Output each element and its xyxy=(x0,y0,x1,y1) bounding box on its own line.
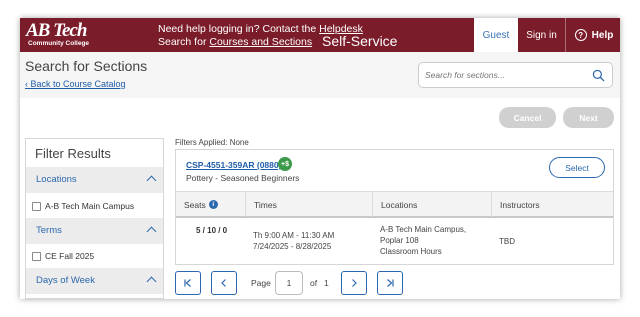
chevron-right-icon xyxy=(352,279,357,287)
chevron-up-icon xyxy=(146,276,157,287)
previous-page-button[interactable] xyxy=(211,271,237,295)
facet-label: Days of Week xyxy=(36,275,95,286)
cancel-button[interactable]: Cancel xyxy=(499,107,556,128)
back-link-label: Back to Course Catalog xyxy=(30,79,126,89)
nav-help-label: Help xyxy=(591,29,614,41)
logo-text: AB Tech xyxy=(26,20,87,41)
search-input[interactable] xyxy=(425,67,585,83)
column-label: Seats xyxy=(184,199,206,210)
chevron-up-icon xyxy=(146,226,157,237)
table-header: Seats i Times Locations Instructors xyxy=(176,191,613,218)
option-label: A-B Tech Main Campus xyxy=(45,201,135,211)
total-pages: 1 xyxy=(324,278,329,288)
top-bar: AB Tech Community College Need help logg… xyxy=(20,18,620,52)
page-title: Search for Sections xyxy=(25,58,148,74)
chevron-left-icon xyxy=(221,279,226,287)
back-to-catalog-link[interactable]: ‹ Back to Course Catalog xyxy=(25,79,126,89)
section-card: CSP-4551-359AR (0880) +$ Pottery - Seaso… xyxy=(175,149,614,265)
nav-guest[interactable]: Guest xyxy=(474,18,518,52)
filters-applied: Filters Applied: None xyxy=(175,138,249,147)
next-page-button[interactable] xyxy=(341,271,367,295)
option-label: CE Fall 2025 xyxy=(45,251,95,261)
filter-panel: Filter Results Locations A-B Tech Main C… xyxy=(25,138,164,299)
app-window: AB Tech Community College Need help logg… xyxy=(20,18,620,299)
page-header: Search for Sections ‹ Back to Course Cat… xyxy=(20,52,620,98)
page-label: Page xyxy=(251,278,271,288)
app-title: Self-Service xyxy=(322,33,398,49)
location-line: Poplar 108 xyxy=(380,236,419,245)
column-header-seats: Seats i xyxy=(184,192,244,217)
facet-label: Terms xyxy=(36,225,62,236)
search-box xyxy=(418,62,613,88)
help-icon: ? xyxy=(574,29,587,41)
facet-locations[interactable]: Locations xyxy=(26,167,163,193)
nav-sign-in[interactable]: Sign in xyxy=(518,18,566,52)
first-page-icon xyxy=(184,279,191,287)
last-page-icon xyxy=(387,279,394,287)
info-icon[interactable]: i xyxy=(208,200,218,209)
nav-help[interactable]: ? Help xyxy=(568,18,620,52)
fee-badge: +$ xyxy=(278,157,292,171)
search-icon[interactable] xyxy=(592,69,605,82)
logo-subtext: Community College xyxy=(28,40,90,47)
filter-title: Filter Results xyxy=(35,146,111,161)
college-logo[interactable]: AB Tech Community College xyxy=(26,21,96,49)
location-line: Classroom Hours xyxy=(380,247,442,256)
help-line-1-text: Need help logging in? Contact the xyxy=(158,23,320,35)
instructor-value: TBD xyxy=(499,237,515,246)
facet-option[interactable]: A-B Tech Main Campus xyxy=(32,199,162,213)
section-link[interactable]: CSP-4551-359AR (0880) xyxy=(186,160,281,170)
facet-option[interactable]: CE Fall 2025 xyxy=(32,249,162,263)
select-button[interactable]: Select xyxy=(549,157,605,178)
first-page-button[interactable] xyxy=(175,271,201,295)
facet-days-of-week[interactable]: Days of Week xyxy=(26,268,163,294)
location-line: A-B Tech Main Campus, xyxy=(380,225,467,234)
chevron-up-icon xyxy=(146,175,157,186)
checkbox[interactable] xyxy=(32,251,41,261)
checkbox[interactable] xyxy=(32,201,41,211)
column-header-locations: Locations xyxy=(372,192,490,217)
meeting-dates: 7/24/2025 - 8/28/2025 xyxy=(253,242,332,251)
column-header-instructors: Instructors xyxy=(491,192,613,217)
page-number-input[interactable] xyxy=(275,271,303,295)
column-header-times: Times xyxy=(245,192,371,217)
facet-terms[interactable]: Terms xyxy=(26,218,163,244)
courses-sections-link[interactable]: Courses and Sections xyxy=(209,36,312,48)
of-label: of xyxy=(310,278,318,288)
facet-label: Locations xyxy=(36,174,77,185)
last-page-button[interactable] xyxy=(377,271,403,295)
meeting-time: Th 9:00 AM - 11:30 AM xyxy=(253,231,335,240)
seats-value: 5 / 10 / 0 xyxy=(196,226,228,235)
course-title: Pottery - Seasoned Beginners xyxy=(186,173,300,183)
help-line-2-text: Search for xyxy=(158,36,210,48)
next-button[interactable]: Next xyxy=(563,107,614,128)
